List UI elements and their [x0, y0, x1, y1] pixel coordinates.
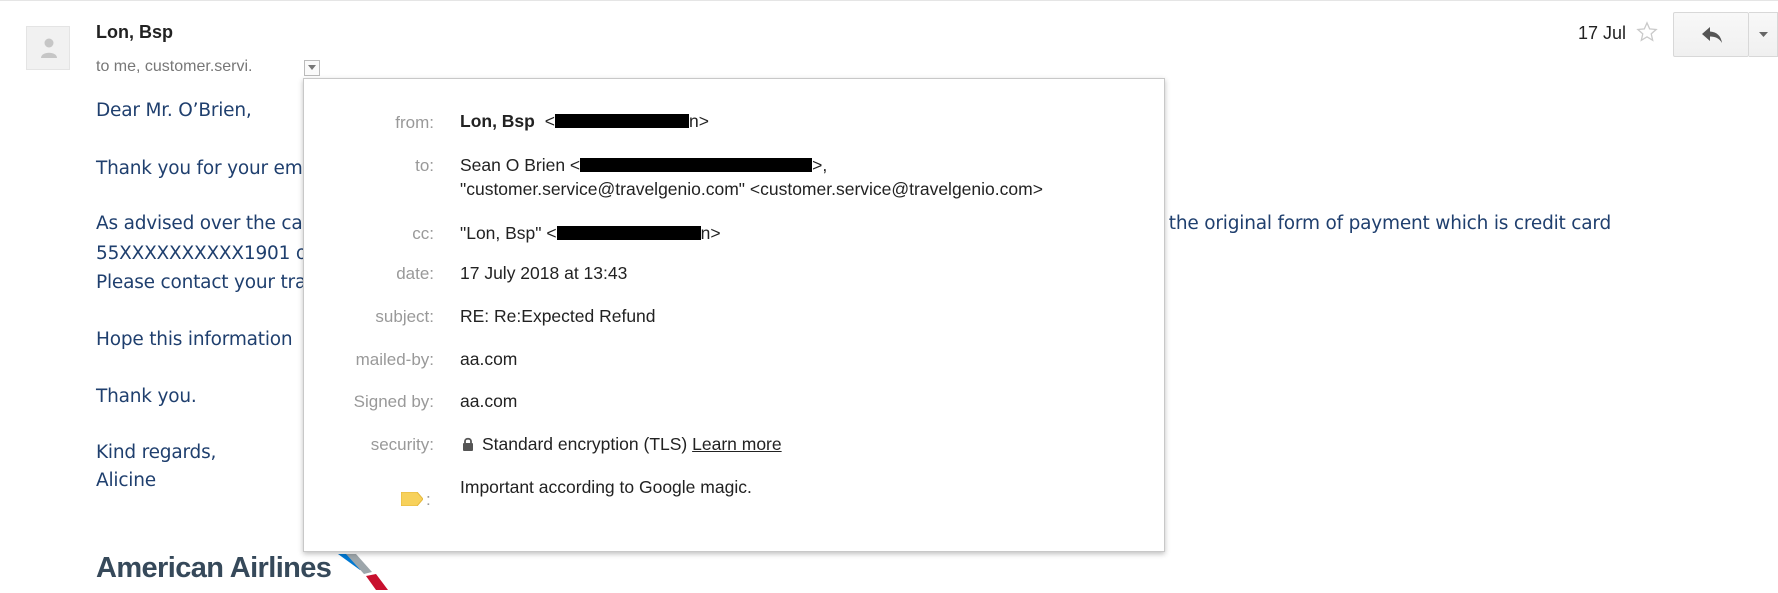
subject-value: RE: Re:Expected Refund	[460, 306, 656, 326]
security-value: Standard encryption (TLS) Learn more	[460, 434, 782, 455]
cc-label: cc:	[412, 224, 434, 243]
importance-marker-icon[interactable]	[401, 492, 423, 506]
cc-name: "Lon, Bsp" <	[460, 223, 557, 243]
from-value: Lon, Bsp < n>	[460, 111, 709, 132]
signed-by-label: Signed by:	[353, 392, 434, 411]
body-line-1: Thank you for your em	[96, 158, 303, 179]
cc-email-close: n>	[700, 223, 721, 243]
mailed-by-label: mailed-by:	[355, 350, 434, 369]
date-label: date:	[396, 264, 434, 283]
message-details-popup: from: Lon, Bsp < n> to: Sean O Brien < >, …	[303, 78, 1165, 552]
to-value-line-2: "customer.service@travelgenio.com" <cust…	[460, 179, 1043, 199]
thanks-line: Thank you.	[96, 386, 197, 407]
to-recipient-name: Sean O Brien <	[460, 155, 581, 175]
logo-text: American Airlines	[96, 552, 332, 584]
redaction-bar	[554, 114, 689, 128]
chevron-down-icon	[308, 65, 316, 70]
redaction-bar	[556, 226, 701, 240]
security-text: Standard encryption (TLS)	[482, 434, 688, 454]
subject-label: subject:	[375, 307, 434, 326]
importance-colon: :	[426, 490, 431, 509]
reply-icon	[1702, 27, 1722, 43]
to-value-line-1: Sean O Brien < >,	[460, 155, 827, 176]
reply-button[interactable]	[1673, 12, 1749, 57]
redaction-bar	[580, 158, 813, 172]
star-icon[interactable]	[1636, 21, 1658, 43]
airline-tail-icon	[338, 554, 388, 590]
learn-more-link[interactable]: Learn more	[692, 434, 782, 454]
from-label: from:	[395, 113, 434, 132]
body-line-2: As advised over the ca	[96, 213, 303, 234]
recipients-summary: to me, customer.servi.	[96, 58, 253, 75]
date-value: 17 July 2018 at 13:43	[460, 263, 628, 283]
to-email-close: >,	[812, 155, 828, 175]
body-line-4: Please contact your tra	[96, 272, 307, 293]
show-details-button[interactable]	[304, 60, 320, 76]
from-email-open: <	[544, 111, 555, 131]
more-options-button[interactable]	[1749, 12, 1778, 57]
lock-icon	[463, 437, 473, 451]
chevron-down-icon	[1759, 32, 1768, 37]
from-name: Lon, Bsp	[460, 111, 535, 131]
body-line-5: Hope this information	[96, 329, 293, 350]
to-label: to:	[415, 156, 434, 175]
from-email-close: n>	[688, 111, 709, 131]
sender-avatar[interactable]	[26, 26, 70, 70]
person-icon	[41, 38, 57, 58]
american-airlines-logo: American Airlines	[96, 552, 388, 590]
closing-line: Kind regards,	[96, 442, 217, 463]
greeting: Dear Mr. O’Brien,	[96, 100, 252, 121]
signed-by-value: aa.com	[460, 391, 518, 411]
body-line-2-end: o the original form of payment which is …	[1152, 213, 1612, 234]
signature-line: Alicine	[96, 470, 156, 491]
mailed-by-value: aa.com	[460, 349, 518, 369]
sender-name[interactable]: Lon, Bsp	[96, 22, 173, 43]
top-divider	[0, 0, 1778, 1]
security-label: security:	[370, 435, 434, 454]
importance-value: Important according to Google magic.	[460, 477, 752, 497]
message-date: 17 Jul	[1578, 23, 1627, 43]
body-line-3: 55XXXXXXXXXX1901 o	[96, 243, 307, 264]
cc-value: "Lon, Bsp" < n>	[460, 223, 721, 244]
